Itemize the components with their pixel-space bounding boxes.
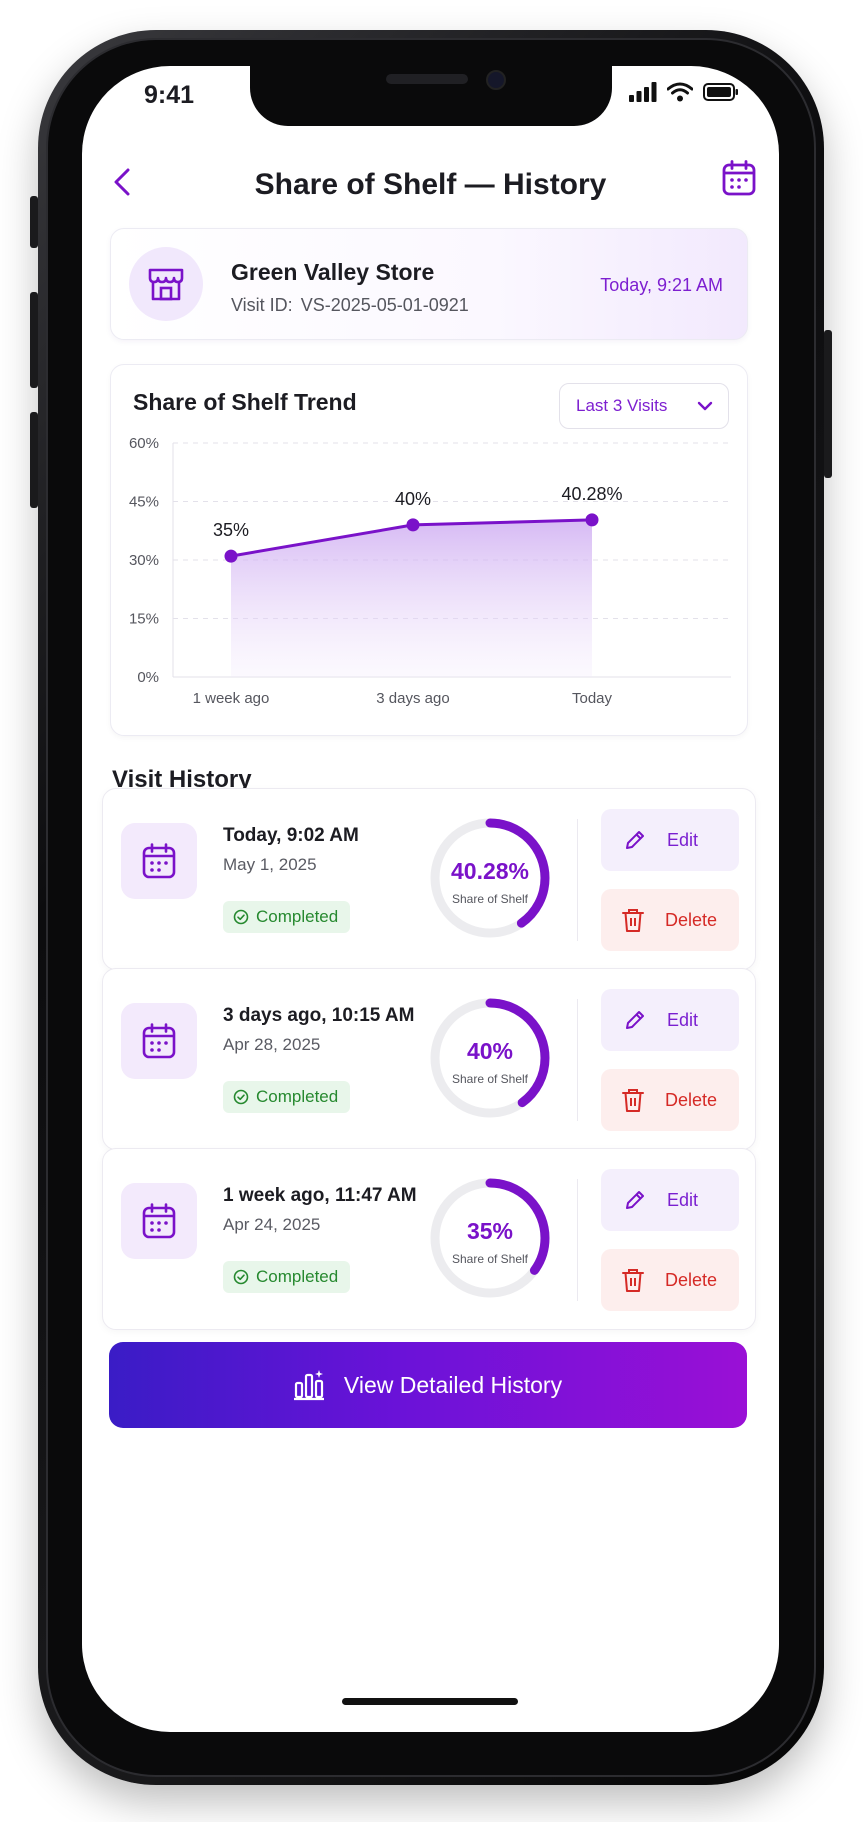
power-button [824, 330, 832, 478]
edit-label: Edit [667, 1009, 699, 1030]
share-percent: 40% [466, 1038, 514, 1064]
check-circle-icon [233, 1089, 249, 1105]
trash-icon [622, 1089, 644, 1112]
calendar-icon [142, 1203, 176, 1239]
edit-button[interactable]: Edit [601, 989, 739, 1051]
delete-label: Delete [665, 1089, 718, 1110]
edit-button[interactable]: Edit [601, 1169, 739, 1231]
visit-when: 3 days ago, 10:15 AM [223, 1005, 415, 1026]
divider [577, 1179, 578, 1301]
visit-id-value: VS-2025-05-01-0921 [300, 295, 469, 315]
y-tick-label: 0% [137, 669, 159, 686]
status-badge: Completed [223, 901, 351, 933]
pencil-icon [626, 1191, 644, 1209]
trend-chart: 60% 45% 30% 15% 0% 35% 1 week ago 40% 3 days ago… [129, 435, 731, 707]
front-camera [486, 70, 506, 90]
trash-icon [622, 909, 644, 932]
calendar-icon [142, 1023, 176, 1059]
view-detailed-history-button[interactable]: View Detailed History [109, 1342, 747, 1428]
delete-button[interactable]: Delete [601, 1069, 739, 1131]
trend-chart-card: Share of Shelf Trend Last 3 Visits 60% 45… [110, 364, 748, 736]
edit-label: Edit [667, 1189, 699, 1210]
view-detailed-history-label: View Detailed History [343, 1371, 563, 1398]
volume-up-button [30, 292, 38, 388]
share-percent-label: Share of Shelf [451, 1252, 529, 1266]
share-percent-label: Share of Shelf [451, 1072, 529, 1086]
status-badge: Completed [223, 1081, 351, 1113]
status-label: Completed [256, 1267, 339, 1286]
delete-button[interactable]: Delete [601, 1249, 739, 1311]
trash-icon [622, 1269, 644, 1292]
store-icon [148, 268, 184, 301]
status-time: 9:41 [144, 81, 195, 109]
pencil-icon [626, 831, 644, 849]
share-percent: 35% [466, 1218, 514, 1244]
volume-down-button [30, 412, 38, 508]
x-tick-label: 1 week ago [193, 690, 270, 707]
status-badge: Completed [223, 1261, 351, 1293]
data-point[interactable] [585, 513, 599, 527]
visit-date: May 1, 2025 [223, 855, 317, 874]
check-circle-icon [233, 1269, 249, 1285]
data-label: 35% [213, 520, 249, 540]
series-area [231, 519, 592, 677]
delete-label: Delete [665, 909, 718, 930]
y-tick-label: 15% [129, 611, 159, 628]
edit-label: Edit [667, 829, 699, 850]
divider [577, 819, 578, 941]
visit-when: Today, 9:02 AM [223, 825, 359, 846]
status-icons [629, 82, 739, 102]
delete-button[interactable]: Delete [601, 889, 739, 951]
status-label: Completed [256, 907, 339, 926]
share-percent: 40.28% [450, 858, 529, 884]
speaker-grille [386, 74, 468, 84]
wifi-icon [667, 82, 693, 102]
visit-card[interactable]: 3 days ago, 10:15 AM Apr 28, 2025 Complete… [102, 968, 756, 1150]
data-label: 40.28% [561, 484, 622, 504]
x-tick-label: Today [572, 690, 613, 707]
visit-icon [121, 1003, 197, 1079]
data-label: 40% [395, 489, 431, 509]
visit-icon [121, 823, 197, 899]
store-card: Green Valley Store Visit ID: VS-2025-05-0… [110, 228, 748, 340]
data-point[interactable] [406, 518, 420, 532]
calendar-icon [722, 160, 756, 196]
visit-date: Apr 28, 2025 [223, 1035, 321, 1054]
divider [577, 999, 578, 1121]
store-avatar [129, 247, 203, 321]
data-point[interactable] [224, 549, 238, 563]
notch [250, 66, 612, 126]
bar-chart-icon [293, 1370, 324, 1401]
home-indicator [342, 1698, 518, 1705]
y-tick-label: 45% [129, 494, 159, 511]
calendar-button[interactable] [717, 156, 761, 200]
calendar-icon [142, 843, 176, 879]
battery-icon [703, 83, 738, 101]
store-name: Green Valley Store [231, 259, 435, 285]
app-screen: 9:41 Share of Shelf — History Green Vall… [82, 66, 779, 1732]
visit-date: Apr 24, 2025 [223, 1215, 321, 1234]
visit-id: Visit ID: VS-2025-05-01-0921 [231, 295, 469, 316]
y-tick-label: 60% [129, 435, 159, 452]
visit-time: Today, 9:21 AM [600, 275, 723, 295]
visit-id-label: Visit ID: [231, 295, 293, 315]
delete-label: Delete [665, 1269, 718, 1290]
page-title: Share of Shelf — History [254, 168, 607, 201]
visit-when: 1 week ago, 11:47 AM [223, 1185, 417, 1206]
header: Share of Shelf — History [82, 156, 779, 216]
edit-button[interactable]: Edit [601, 809, 739, 871]
visit-card[interactable]: 1 week ago, 11:47 AM Apr 24, 2025 Complete… [102, 1148, 756, 1330]
visit-card[interactable]: Today, 9:02 AM May 1, 2025 Completed 40.28%… [102, 788, 756, 970]
mute-switch [30, 196, 38, 248]
y-tick-label: 30% [129, 552, 159, 569]
signal-icon [629, 82, 657, 102]
status-label: Completed [256, 1087, 339, 1106]
visit-icon [121, 1183, 197, 1259]
x-tick-label: 3 days ago [376, 690, 449, 707]
pencil-icon [626, 1011, 644, 1029]
share-percent-label: Share of Shelf [451, 892, 529, 906]
check-circle-icon [233, 909, 249, 925]
